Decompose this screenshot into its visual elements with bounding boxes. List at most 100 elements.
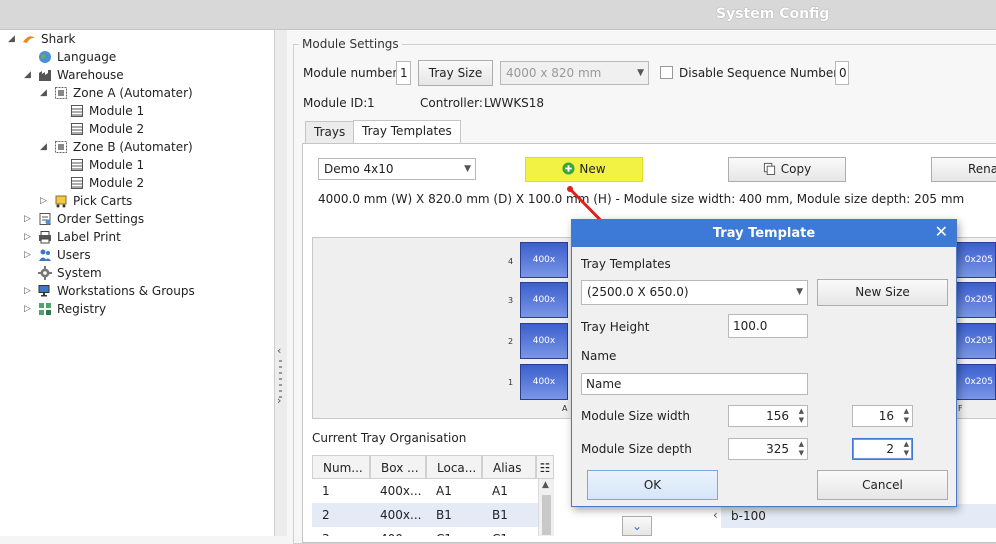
expand-arrow-icon[interactable]: ◢ [24,66,34,84]
tree-item-zone-b[interactable]: ◢ Zone B (Automater) [40,138,193,156]
dialog-title: Tray Template [572,220,956,247]
tray-size-button[interactable]: Tray Size [418,60,493,86]
column-header-location[interactable]: Loca... [426,455,482,479]
column-header-box[interactable]: Box ... [370,455,426,479]
spin-up-icon[interactable]: ▲ [904,407,909,415]
new-size-button[interactable]: New Size [817,279,948,306]
tab-trays[interactable]: Trays [305,121,355,143]
table-scrollbar[interactable]: ▲ [538,479,554,536]
tree-item-zone-a-module-1[interactable]: Module 1 [70,102,144,120]
table-row[interactable]: 3 400... C1 C1 [312,527,538,536]
spin-down-icon[interactable]: ▼ [904,449,909,457]
chevron-left-icon[interactable]: ‹ [277,344,281,357]
row-label-4: 4 [508,257,514,266]
sequence-number-label: Sequence Number [727,66,839,80]
module-size-depth-field[interactable]: 325 ▲ ▼ [728,438,808,460]
window-title: System Config [716,6,830,22]
column-label-a: A [562,404,568,413]
tree-item-workstations[interactable]: ▷ Workstations & Groups [24,282,195,300]
name-field[interactable]: Name [581,373,808,395]
tree-item-warehouse[interactable]: ◢ Warehouse [24,66,124,84]
module-id-value: 1 [367,96,375,110]
column-label-f: F [958,404,963,413]
tab-tray-templates[interactable]: Tray Templates [353,120,461,144]
module-number-label: Module number [303,66,398,80]
copy-icon [763,162,775,175]
spin-up-icon[interactable]: ▲ [904,440,909,448]
spin-down-icon[interactable]: ▼ [799,416,804,424]
scroll-thumb[interactable] [542,495,551,535]
dialog-templates-label: Tray Templates [581,257,671,271]
spin-up-icon[interactable]: ▲ [799,407,804,415]
spin-down-icon[interactable]: ▼ [799,449,804,457]
move-down-button[interactable]: ⌄ [622,516,652,536]
workstation-icon [38,285,50,297]
spin-up-icon[interactable]: ▲ [799,440,804,448]
scroll-up-icon[interactable]: ▲ [542,480,549,490]
tree-item-zone-b-module-2[interactable]: Module 2 [70,174,144,192]
tree-item-system[interactable]: System [38,264,102,282]
collapse-arrow-icon[interactable]: ▷ [40,192,50,210]
table-row[interactable]: 1 400x... A1 A1 [312,479,538,503]
spin-down-icon[interactable]: ▼ [904,416,909,424]
module-size-width-field[interactable]: 156 ▲ ▼ [728,405,808,427]
tray-size-dropdown[interactable]: 4000 x 820 mm ▼ [500,61,649,85]
expand-arrow-icon[interactable]: ◢ [40,84,50,102]
tree-item-zone-b-module-1[interactable]: Module 1 [70,156,144,174]
column-header-number[interactable]: Num... [312,455,370,479]
tray-cell[interactable]: 400x [520,323,568,359]
expand-arrow-icon[interactable]: ◢ [8,30,18,48]
dialog-templates-dropdown[interactable]: (2500.0 X 650.0) ▼ [581,280,808,305]
shark-logo-icon [23,36,35,43]
tree-item-users[interactable]: ▷ Users [24,246,91,264]
tree-item-registry[interactable]: ▷ Registry [24,300,106,318]
collapse-arrow-icon[interactable]: ▷ [24,210,34,228]
collapse-arrow-icon[interactable]: ▷ [24,228,34,246]
side-table-row[interactable]: b-100 [721,504,996,528]
tree-item-zone-a[interactable]: ◢ Zone A (Automater) [40,84,193,102]
close-icon[interactable]: ✕ [935,220,948,244]
chevron-down-icon: ▼ [637,68,644,78]
disable-checkbox[interactable] [660,66,673,79]
new-template-button[interactable]: New [525,157,643,182]
tree-item-pick-carts[interactable]: ▷ Pick Carts [40,192,132,210]
cancel-button[interactable]: Cancel [817,470,948,500]
panel-splitter[interactable]: ‹ › [275,30,287,536]
table-row[interactable]: 2 400x... B1 B1 [312,503,538,527]
chevron-down-icon: ▼ [796,287,803,297]
module-size-depth-label: Module Size depth [581,442,692,456]
expand-arrow-icon[interactable]: ◢ [40,138,50,156]
warehouse-icon [39,70,51,81]
tray-height-field[interactable]: 100.0 [728,314,808,338]
title-bar: System Config [0,0,996,30]
module-icon [71,177,83,189]
tree-item-label-print[interactable]: ▷ Label Print [24,228,121,246]
collapse-arrow-icon[interactable]: ▷ [24,300,34,318]
module-id-label: Module ID: [303,96,368,110]
column-chooser-icon[interactable]: ☷ [536,455,554,479]
sequence-number-field[interactable]: 0 [835,61,849,85]
template-dropdown[interactable]: Demo 4x10 ▼ [318,158,476,180]
tray-cell[interactable]: 400x [520,282,568,318]
chevron-left-icon[interactable]: ‹ [713,508,718,522]
chevron-right-icon[interactable]: › [277,394,281,407]
module-depth-count-field[interactable]: 2 ▲ ▼ [852,438,913,460]
collapse-arrow-icon[interactable]: ▷ [24,282,34,300]
column-header-alias[interactable]: Alias [482,455,536,479]
rename-template-button[interactable]: Rena [931,157,996,182]
tree-item-zone-a-module-2[interactable]: Module 2 [70,120,144,138]
chevron-down-icon: ⌄ [631,519,643,533]
tree-item-order-settings[interactable]: ▷ Order Settings [24,210,144,228]
tree-item-language[interactable]: Language [38,48,116,66]
gear-icon [38,266,52,280]
module-number-field[interactable]: 1 [396,61,411,85]
navigation-tree[interactable]: ◢ Shark Language ◢ Warehouse ◢ Zone A (A… [0,30,275,536]
controller-label: Controller: [420,96,483,110]
tree-item-shark[interactable]: ◢ Shark [8,30,75,48]
registry-icon [39,303,51,315]
copy-template-button[interactable]: Copy [728,157,846,182]
module-width-count-field[interactable]: 16 ▲ ▼ [852,405,913,427]
collapse-arrow-icon[interactable]: ▷ [24,246,34,264]
tray-cell[interactable]: 400x [520,364,568,400]
ok-button[interactable]: OK [587,470,718,500]
